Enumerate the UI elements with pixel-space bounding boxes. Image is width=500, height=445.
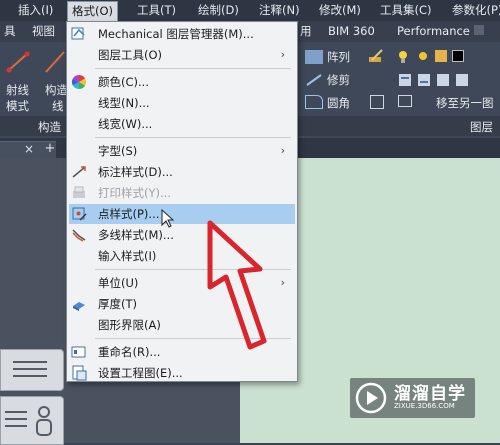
menu-item-label: 输入样式(I) bbox=[98, 249, 157, 263]
list-line bbox=[13, 368, 47, 370]
document-tab[interactable]: × + bbox=[0, 141, 56, 159]
print-style-icon bbox=[71, 185, 87, 201]
tab-apps[interactable]: 用 bbox=[300, 21, 312, 42]
menu-item-label: Mechanical 图层管理器(M)... bbox=[98, 27, 254, 41]
color-wheel-icon bbox=[71, 74, 87, 90]
dimension-style-icon bbox=[71, 164, 87, 180]
menu-item-label: 线型(N)... bbox=[98, 96, 150, 110]
menu-item-mechanical-layer-manager[interactable]: Mechanical 图层管理器(M)... bbox=[69, 24, 295, 44]
side-user-button[interactable] bbox=[0, 396, 64, 445]
watermark-title: 溜溜自学 bbox=[394, 384, 466, 404]
menu-item-setup-drawing[interactable]: 设置工程图(E)... bbox=[69, 363, 295, 383]
lock-icon[interactable] bbox=[435, 50, 447, 62]
trim-button[interactable]: 修剪 bbox=[327, 72, 350, 88]
menu-item-linetype[interactable]: 线型(N)... bbox=[69, 93, 295, 113]
menu-separator bbox=[95, 68, 291, 69]
menu-modify[interactable]: 修改(M) bbox=[319, 0, 361, 21]
tab-tools[interactable]: 具 bbox=[4, 21, 16, 42]
menu-item-text-style[interactable]: 字型(S) › bbox=[69, 141, 295, 161]
menu-item-label: 标注样式(D)... bbox=[98, 165, 173, 179]
submenu-arrow-icon: › bbox=[280, 144, 285, 157]
ray-icon[interactable] bbox=[5, 50, 31, 74]
layer-panel-title: 图层 bbox=[470, 120, 493, 134]
list-line bbox=[13, 361, 47, 363]
array-button[interactable]: 阵列 bbox=[327, 49, 350, 65]
tab-view[interactable]: 视图 bbox=[32, 21, 55, 42]
list-line bbox=[5, 418, 27, 420]
fillet-icon[interactable] bbox=[305, 95, 323, 109]
menu-separator bbox=[95, 137, 291, 138]
menu-parametric[interactable]: 参数化(P) bbox=[452, 0, 500, 21]
menu-item-color[interactable]: 颜色(C)... bbox=[69, 72, 295, 92]
play-logo-icon bbox=[355, 382, 387, 414]
layer-state-icon[interactable] bbox=[417, 73, 431, 87]
menu-item-label: 图形界限(A) bbox=[98, 318, 161, 332]
mouse-cursor-icon bbox=[161, 209, 174, 228]
menu-item-label: 重命名(R)... bbox=[98, 345, 161, 359]
annotation-arrow-icon bbox=[207, 220, 267, 350]
trim-icon[interactable] bbox=[305, 73, 323, 87]
menu-item-label: 厚度(T) bbox=[98, 297, 137, 311]
menu-item-label: 图层工具(O) bbox=[98, 48, 163, 62]
user-icon bbox=[35, 405, 53, 437]
layer-dropdown-icon[interactable] bbox=[398, 95, 412, 107]
menu-item-plot-style[interactable]: 打印样式(Y)... bbox=[69, 183, 295, 203]
menu-item-label: 点样式(P)... bbox=[98, 207, 160, 221]
watermark: 溜溜自学 ZIXUE.3D66.COM bbox=[350, 378, 475, 418]
menu-format[interactable]: 格式(O) bbox=[67, 1, 119, 22]
setup-drawing-icon bbox=[71, 365, 87, 381]
menu-item-label: 线宽(W)... bbox=[98, 117, 153, 131]
menu-item-lineweight[interactable]: 线宽(W)... bbox=[69, 114, 295, 134]
list-line bbox=[5, 411, 27, 413]
menu-draw[interactable]: 绘制(D) bbox=[198, 0, 239, 21]
new-tab-icon[interactable]: + bbox=[43, 141, 57, 157]
menu-item-layer-tools[interactable]: 图层工具(O) › bbox=[69, 45, 295, 65]
ray-mode-label: 模式 bbox=[6, 99, 29, 113]
menu-item-label: 颜色(C)... bbox=[98, 75, 149, 89]
layer-manager-icon bbox=[71, 26, 87, 42]
menu-toolsets[interactable]: 工具集(C) bbox=[380, 0, 432, 21]
construct-line-label: 线 bbox=[52, 99, 64, 113]
ray-label: 射线 bbox=[6, 83, 29, 97]
menu-item-label: 打印样式(Y)... bbox=[98, 186, 171, 200]
list-line bbox=[5, 425, 27, 427]
close-tab-icon[interactable]: × bbox=[24, 142, 34, 156]
construct-panel-title: 构造 bbox=[38, 120, 61, 134]
offset-icon[interactable] bbox=[370, 95, 384, 109]
construct-label: 构造 bbox=[45, 83, 68, 97]
ribbon-options-icon[interactable] bbox=[474, 25, 484, 35]
menu-item-label: 单位(U) bbox=[98, 276, 139, 290]
bulb-icon[interactable] bbox=[398, 50, 408, 64]
menu-item-dimension-style[interactable]: 标注样式(D)... bbox=[69, 162, 295, 182]
list-line bbox=[13, 375, 47, 377]
menu-bar: 插入(I) 格式(O) 工具(T) 绘制(D) 注释(N) 修改(M) 工具集(… bbox=[0, 0, 500, 22]
rename-icon bbox=[71, 344, 87, 360]
layer-color-swatch[interactable] bbox=[452, 50, 464, 62]
thickness-icon bbox=[71, 296, 87, 312]
move-to-layer-button[interactable]: 移至另一图 bbox=[436, 95, 494, 111]
side-list-button[interactable] bbox=[0, 349, 64, 391]
tab-bim360[interactable]: BIM 360 bbox=[328, 21, 375, 42]
point-style-icon bbox=[71, 206, 87, 222]
sun-icon[interactable] bbox=[416, 49, 430, 63]
multiline-style-icon bbox=[71, 227, 87, 243]
array-icon[interactable] bbox=[305, 50, 323, 64]
tab-performance[interactable]: Performance bbox=[397, 21, 470, 42]
menu-insert[interactable]: 插入(I) bbox=[18, 0, 53, 21]
menu-item-label: 字型(S) bbox=[98, 144, 138, 158]
submenu-arrow-icon: › bbox=[280, 276, 285, 289]
menu-tools[interactable]: 工具(T) bbox=[137, 0, 176, 21]
watermark-subtitle: ZIXUE.3D66.COM bbox=[394, 402, 455, 410]
edit-icon[interactable] bbox=[368, 48, 384, 64]
construction-line-icon[interactable] bbox=[44, 50, 66, 74]
fillet-button[interactable]: 圆角 bbox=[327, 95, 350, 111]
submenu-arrow-icon: › bbox=[280, 48, 285, 61]
menu-item-label: 设置工程图(E)... bbox=[98, 366, 183, 380]
layer-match-icon[interactable] bbox=[436, 73, 450, 87]
layer-props-icon[interactable] bbox=[398, 73, 412, 87]
layer-isolate-icon[interactable] bbox=[455, 73, 469, 87]
menu-annotate[interactable]: 注释(N) bbox=[259, 0, 300, 21]
